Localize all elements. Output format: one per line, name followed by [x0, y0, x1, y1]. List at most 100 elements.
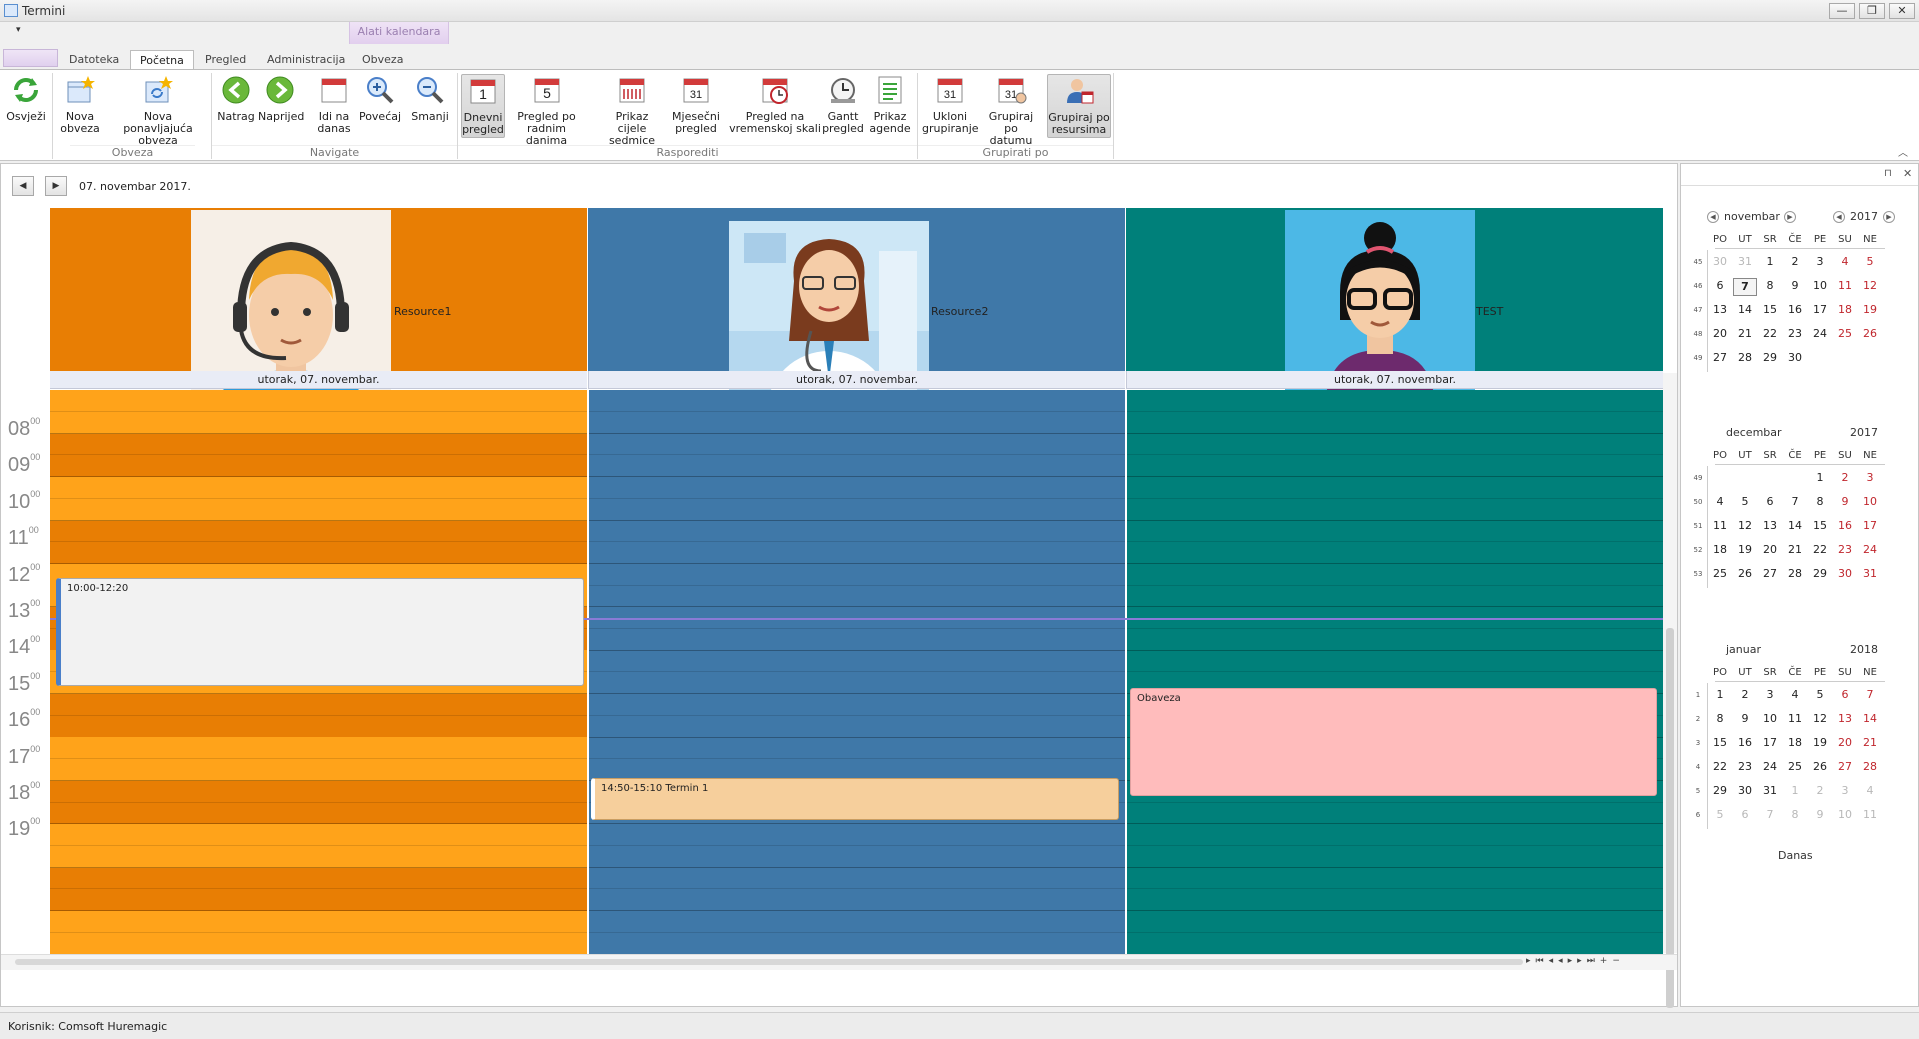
time-slot[interactable]	[589, 433, 1125, 456]
time-slot[interactable]	[1127, 824, 1663, 846]
calendar-day[interactable]: 10	[1858, 494, 1882, 512]
calendar-day[interactable]: 2	[1833, 470, 1857, 488]
appointment-2[interactable]: 14:50-15:10 Termin 1	[591, 778, 1119, 820]
time-slot[interactable]	[589, 824, 1125, 846]
time-slot[interactable]	[589, 846, 1125, 868]
calendar-day[interactable]: 5	[1733, 494, 1757, 512]
calendar-day[interactable]: 31	[1733, 254, 1757, 272]
calendar-day[interactable]: 27	[1708, 350, 1732, 368]
tab-obveza[interactable]: Obveza	[353, 50, 412, 70]
time-slot[interactable]	[1127, 629, 1663, 651]
calendar-day[interactable]: 9	[1833, 494, 1857, 512]
agenda-button[interactable]: Prikaz agende	[866, 74, 914, 138]
tab-datoteka[interactable]: Datoteka	[60, 50, 128, 70]
time-slot[interactable]	[589, 499, 1125, 521]
calendar-day[interactable]: 14	[1783, 518, 1807, 536]
calendar-day[interactable]: 15	[1708, 735, 1732, 753]
day-header-2[interactable]: utorak, 07. novembar.	[588, 371, 1125, 389]
calendar-day[interactable]: 18	[1708, 542, 1732, 560]
calendar-day[interactable]: 9	[1783, 278, 1807, 296]
resource-day-column-3[interactable]	[1126, 390, 1663, 955]
time-slot[interactable]	[1127, 867, 1663, 890]
calendar-day[interactable]: 5	[1808, 687, 1832, 705]
time-slot[interactable]	[50, 433, 587, 456]
calendar-day[interactable]: 6	[1708, 278, 1732, 296]
today-button[interactable]: Idi na danas	[312, 74, 356, 138]
selected-day[interactable]: 7	[1733, 278, 1757, 296]
time-slot[interactable]	[589, 564, 1125, 586]
calendar-day[interactable]: 2	[1808, 783, 1832, 801]
timeline-button[interactable]: Pregled na vremenskoj skali	[727, 74, 823, 138]
calendar-day[interactable]: 31	[1858, 566, 1882, 584]
calendar-day[interactable]: 26	[1858, 326, 1882, 344]
calendar-day[interactable]: 13	[1758, 518, 1782, 536]
calendar-day[interactable]: 14	[1733, 302, 1757, 320]
time-slot[interactable]	[50, 910, 587, 933]
new-button[interactable]: Nova obveza	[58, 74, 102, 138]
calendar-day[interactable]: 18	[1833, 302, 1857, 320]
collapse-ribbon-icon[interactable]: ︿	[1898, 144, 1908, 159]
time-slot[interactable]	[50, 716, 587, 738]
back-button[interactable]: Natrag	[214, 74, 258, 138]
calendar-day[interactable]: 24	[1808, 326, 1832, 344]
time-slot[interactable]	[1127, 412, 1663, 434]
calendar-day[interactable]: 22	[1708, 759, 1732, 777]
time-slot[interactable]	[50, 802, 587, 825]
calendar-day[interactable]: 16	[1783, 302, 1807, 320]
calendar-day[interactable]: 28	[1733, 350, 1757, 368]
prev-date-button[interactable]: ◀	[12, 176, 34, 196]
calendar-day[interactable]: 3	[1858, 470, 1882, 488]
calendar-day[interactable]: 30	[1833, 566, 1857, 584]
resource-day-column-2[interactable]	[588, 390, 1125, 955]
tab-pocetna[interactable]: Početna	[130, 50, 194, 70]
calendar-day[interactable]: 3	[1808, 254, 1832, 272]
calendar-day[interactable]: 6	[1758, 494, 1782, 512]
time-slot[interactable]	[1127, 564, 1663, 586]
calendar-day[interactable]: 1	[1808, 470, 1832, 488]
groupres-button[interactable]: Grupiraj po resursima	[1047, 74, 1111, 138]
calendar-day[interactable]: 1	[1758, 254, 1782, 272]
calendar-day[interactable]: 13	[1833, 711, 1857, 729]
time-slot[interactable]	[589, 672, 1125, 695]
workweek-button[interactable]: 5 Pregled po radnim danima	[509, 74, 584, 147]
month-button[interactable]: 31 Mjesečni pregled	[667, 74, 725, 138]
calendar-day[interactable]: 19	[1858, 302, 1882, 320]
calendar-day[interactable]: 1	[1783, 783, 1807, 801]
time-slot[interactable]	[1127, 889, 1663, 912]
time-slot[interactable]	[50, 455, 587, 478]
groupdate-button[interactable]: 31 Grupiraj po datumu	[982, 74, 1040, 147]
next-year-icon[interactable]: ▶	[1883, 211, 1895, 223]
application-menu-button[interactable]	[3, 49, 58, 67]
calendar-day[interactable]: 19	[1808, 735, 1832, 753]
calendar-day[interactable]: 30	[1733, 783, 1757, 801]
calendar-day[interactable]: 3	[1833, 783, 1857, 801]
calendar-day[interactable]: 19	[1733, 542, 1757, 560]
time-slot[interactable]	[1127, 455, 1663, 478]
calendar-day[interactable]: 24	[1858, 542, 1882, 560]
calendar-day[interactable]: 30	[1708, 254, 1732, 272]
calendar-day[interactable]: 24	[1758, 759, 1782, 777]
fwd-button[interactable]: Naprijed	[258, 74, 304, 138]
vertical-scrollbar[interactable]	[1663, 373, 1677, 1008]
time-slot[interactable]	[50, 542, 587, 564]
calendar-day[interactable]: 2	[1733, 687, 1757, 705]
prev-year-icon[interactable]: ◀	[1833, 211, 1845, 223]
calendar-day[interactable]: 4	[1833, 254, 1857, 272]
time-slot[interactable]	[1127, 802, 1663, 825]
time-slot[interactable]	[50, 390, 587, 412]
calendar-day[interactable]: 30	[1783, 350, 1807, 368]
calendar-day[interactable]: 14	[1858, 711, 1882, 729]
panel-close-icon[interactable]: ✕	[1903, 167, 1912, 180]
calendar-day[interactable]: 8	[1758, 278, 1782, 296]
calendar-day[interactable]: 9	[1733, 711, 1757, 729]
calendar-day[interactable]: 3	[1758, 687, 1782, 705]
next-month-icon[interactable]: ▶	[1784, 211, 1796, 223]
calendar-day[interactable]: 20	[1833, 735, 1857, 753]
zoomin-button[interactable]: Povećaj	[358, 74, 402, 138]
time-slot[interactable]	[589, 455, 1125, 478]
time-slot[interactable]	[1127, 650, 1663, 673]
calendar-day[interactable]: 7	[1758, 807, 1782, 825]
calendar-day[interactable]: 8	[1783, 807, 1807, 825]
time-slot[interactable]	[1127, 585, 1663, 608]
close-button[interactable]: ✕	[1889, 3, 1915, 19]
